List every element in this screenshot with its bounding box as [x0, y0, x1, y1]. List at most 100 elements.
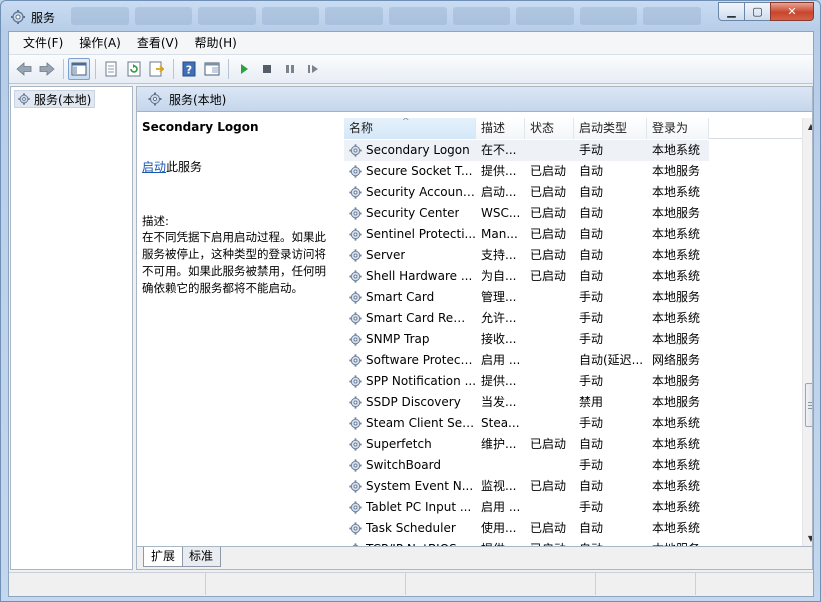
table-row[interactable]: Superfetch 维护... 已启动 自动 本地系统	[344, 434, 802, 455]
table-row[interactable]: SPP Notification ... 提供... 手动 本地服务	[344, 371, 802, 392]
table-row[interactable]: SwitchBoard 手动 本地系统	[344, 455, 802, 476]
refresh-button[interactable]	[123, 58, 145, 80]
menu-file[interactable]: 文件(F)	[15, 32, 71, 54]
table-row[interactable]: Server 支持... 已启动 自动 本地系统	[344, 245, 802, 266]
service-name: Software Protect...	[366, 353, 476, 367]
service-name: Server	[366, 248, 406, 262]
stop-service-button[interactable]	[256, 58, 278, 80]
table-row[interactable]: Smart Card Rem... 允许... 手动 本地系统	[344, 308, 802, 329]
service-description-cell: WSC...	[481, 206, 521, 220]
scroll-down-button[interactable]: ▼	[803, 530, 812, 546]
back-button[interactable]	[13, 58, 35, 80]
scrollbar-thumb[interactable]	[805, 383, 812, 427]
service-gear-icon	[349, 228, 362, 241]
window-title: 服务	[31, 11, 56, 25]
service-logon-cell: 本地服务	[652, 395, 701, 409]
service-status-cell	[525, 497, 574, 518]
start-service-suffix: 此服务	[166, 160, 203, 174]
column-description[interactable]: 描述	[476, 118, 525, 139]
menu-view[interactable]: 查看(V)	[129, 32, 187, 54]
menu-bar: 文件(F) 操作(A) 查看(V) 帮助(H)	[9, 32, 813, 54]
table-row[interactable]: Smart Card 管理... 手动 本地服务	[344, 287, 802, 308]
service-startup-type-cell: 自动	[579, 269, 604, 283]
table-row[interactable]: Sentinel Protecti... Man... 已启动 自动 本地系统	[344, 224, 802, 245]
minimize-button[interactable]: ▁	[718, 2, 745, 21]
start-service-button[interactable]	[233, 58, 255, 80]
scroll-up-button[interactable]: ▲	[803, 118, 812, 134]
close-button[interactable]: ✕	[770, 2, 814, 21]
table-row[interactable]: Secondary Logon 在不... 手动 本地系统	[344, 140, 802, 161]
table-row[interactable]: Security Center WSC... 已启动 自动 本地服务	[344, 203, 802, 224]
service-startup-type-cell: 自动	[579, 437, 604, 451]
service-description-cell: 为自...	[481, 269, 517, 283]
service-name: Secondary Logon	[366, 143, 470, 157]
start-service-link[interactable]: 启动	[142, 160, 166, 174]
gear-icon	[148, 92, 162, 106]
service-name-cell: Security Center	[344, 203, 476, 224]
maximize-button[interactable]: ▢	[744, 2, 771, 21]
column-status[interactable]: 状态	[525, 118, 574, 139]
console-button[interactable]	[201, 58, 223, 80]
resume-service-icon	[308, 65, 318, 73]
table-row[interactable]: System Event N... 监视... 已启动 自动 本地系统	[344, 476, 802, 497]
table-row[interactable]: Steam Client Ser... Stea... 手动 本地系统	[344, 413, 802, 434]
table-row[interactable]: Shell Hardware ... 为自... 已启动 自动 本地系统	[344, 266, 802, 287]
service-gear-icon	[349, 438, 362, 451]
service-status-cell: 已启动	[530, 248, 567, 262]
sort-ascending-icon: ^	[402, 118, 410, 127]
tree-item-services-local[interactable]: 服务(本地)	[14, 90, 96, 108]
table-row[interactable]: Software Protect... 启用 ... 自动(延迟... 网络服务	[344, 350, 802, 371]
service-name-cell: Server	[344, 245, 476, 266]
service-status-cell	[525, 140, 574, 161]
service-gear-icon	[349, 333, 362, 346]
table-row[interactable]: Security Account... 启动... 已启动 自动 本地系统	[344, 182, 802, 203]
service-logon-cell: 本地服务	[652, 206, 701, 220]
service-logon-cell: 本地服务	[647, 539, 709, 546]
pause-service-button[interactable]	[279, 58, 301, 80]
table-row[interactable]: SSDP Discovery 当发... 禁用 本地服务	[344, 392, 802, 413]
service-startup-type-cell: 手动	[579, 416, 604, 430]
table-row[interactable]: Task Scheduler 使用... 已启动 自动 本地系统	[344, 518, 802, 539]
service-status-cell: 已启动	[525, 539, 574, 546]
service-logon-cell: 本地系统	[652, 248, 701, 262]
show-hide-tree-button[interactable]	[68, 58, 90, 80]
column-name[interactable]: ^ 名称	[344, 118, 476, 139]
export-list-button[interactable]	[146, 58, 168, 80]
column-log-on-as[interactable]: 登录为	[647, 118, 709, 139]
refresh-icon	[127, 61, 141, 77]
status-segment	[406, 573, 596, 595]
title-bar[interactable]: 服务 ▁ ▢ ✕	[1, 1, 820, 31]
service-name: Security Center	[366, 206, 460, 220]
start-service-line: 启动此服务	[142, 158, 337, 175]
menu-action[interactable]: 操作(A)	[71, 32, 129, 54]
table-row[interactable]: SNMP Trap 接收... 手动 本地服务	[344, 329, 802, 350]
console-tree: 服务(本地)	[10, 86, 133, 570]
service-description-cell: 启动...	[481, 185, 517, 199]
properties-button[interactable]	[100, 58, 122, 80]
table-row[interactable]: TCP/IP NetBIOS ... 提供...已启动自动本地服务	[344, 539, 802, 546]
service-startup-type-cell: 自动	[579, 521, 604, 535]
toolbar-separator	[228, 59, 229, 79]
vertical-scrollbar[interactable]: ▲ ▼	[802, 118, 812, 546]
help-button[interactable]: ?	[178, 58, 200, 80]
service-gear-icon	[349, 417, 362, 430]
tab-extended[interactable]: 扩展	[143, 547, 184, 567]
service-name-cell: Smart Card Rem...	[344, 308, 476, 329]
service-name: SwitchBoard	[366, 458, 441, 472]
service-startup-type-cell: 手动	[579, 311, 604, 325]
status-segment	[9, 573, 206, 595]
forward-button[interactable]	[36, 58, 58, 80]
table-row[interactable]: Tablet PC Input ... 启用 ... 手动 本地系统	[344, 497, 802, 518]
column-startup-type[interactable]: 启动类型	[574, 118, 647, 139]
service-status-cell: 已启动	[530, 437, 567, 451]
resume-service-button[interactable]	[302, 58, 324, 80]
service-startup-type-cell: 自动	[579, 206, 604, 220]
service-startup-type-cell: 手动	[574, 140, 647, 161]
menu-help[interactable]: 帮助(H)	[186, 32, 244, 54]
tab-standard[interactable]: 标准	[181, 547, 222, 567]
service-logon-cell: 本地系统	[652, 479, 701, 493]
service-logon-cell: 本地服务	[652, 290, 701, 304]
service-startup-type-cell: 手动	[579, 290, 604, 304]
tree-item-label: 服务(本地)	[34, 92, 92, 107]
table-row[interactable]: Secure Socket T... 提供... 已启动 自动 本地服务	[344, 161, 802, 182]
